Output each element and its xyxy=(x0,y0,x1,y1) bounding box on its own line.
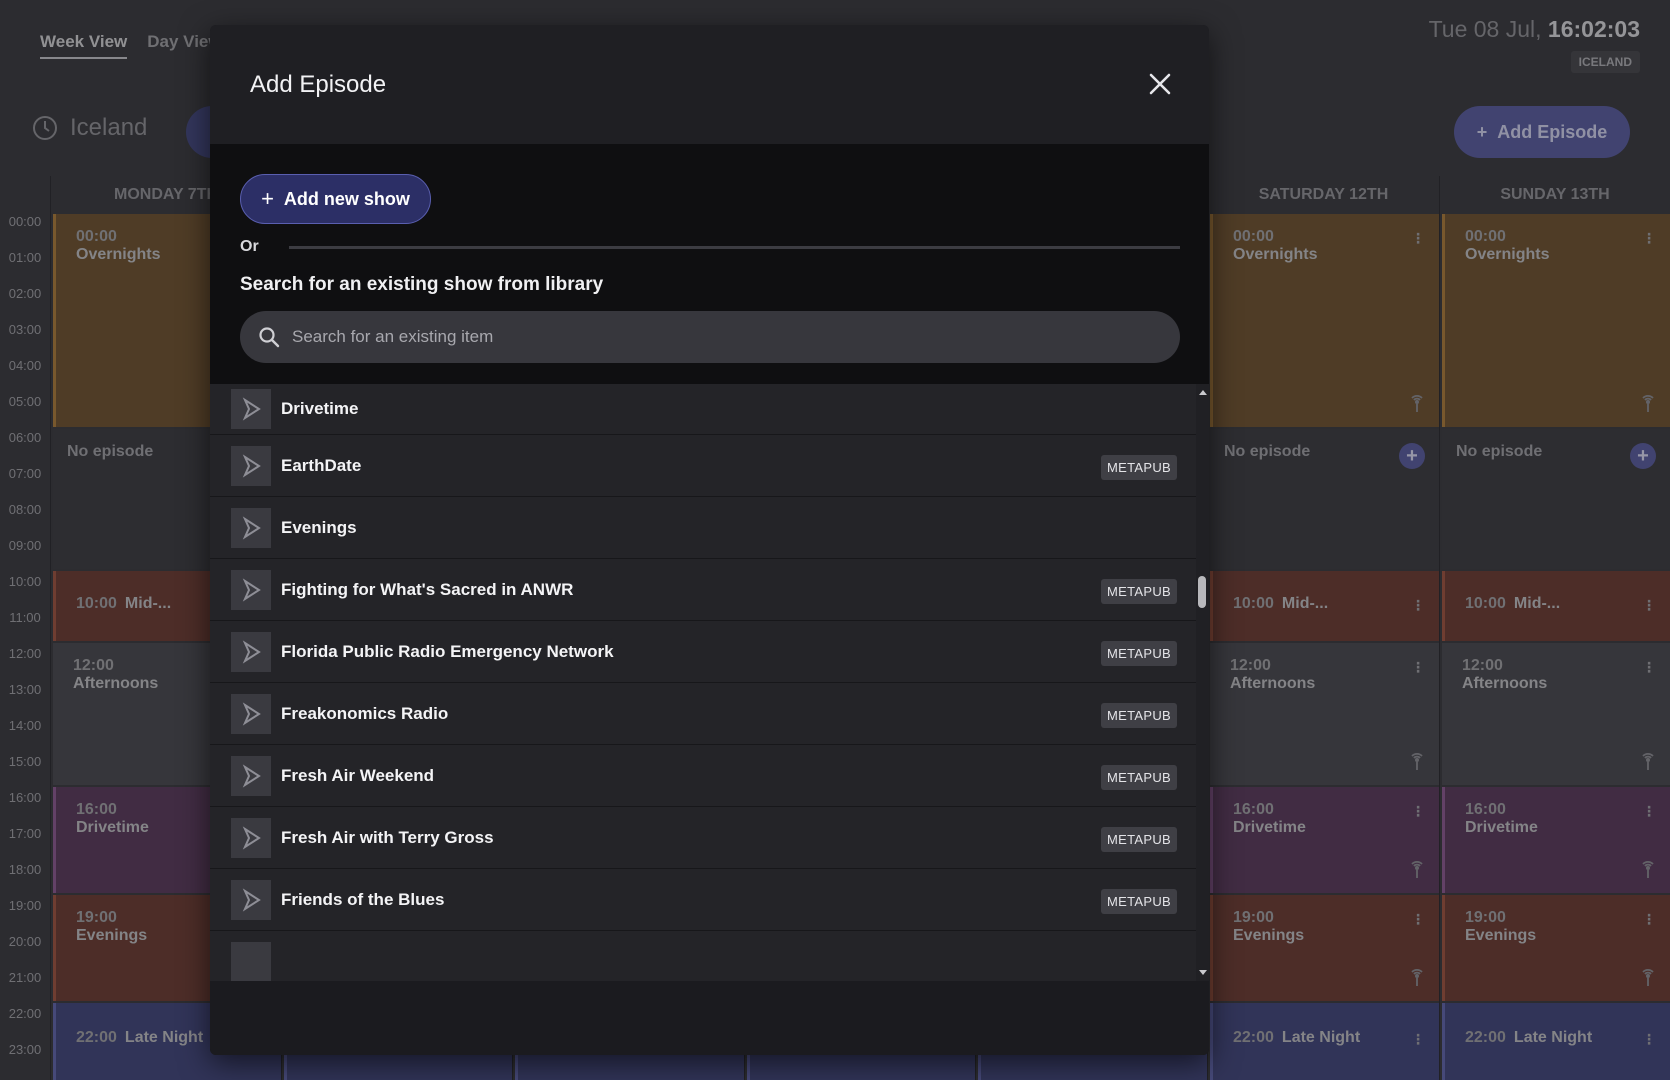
show-thumbnail xyxy=(231,817,271,858)
show-thumbnail xyxy=(231,569,271,610)
plus-icon: + xyxy=(261,186,274,211)
or-divider: Or xyxy=(240,238,1180,256)
library-search xyxy=(240,311,1180,363)
play-icon xyxy=(242,639,261,664)
add-new-show-button[interactable]: + Add new show xyxy=(240,174,431,224)
play-icon xyxy=(242,763,261,788)
source-badge: METAPUB xyxy=(1101,579,1177,604)
close-icon[interactable] xyxy=(1147,71,1173,97)
show-title: Fighting for What's Sacred in ANWR xyxy=(281,579,574,599)
show-thumbnail xyxy=(231,693,271,734)
search-icon xyxy=(259,327,280,348)
list-item-partial[interactable] xyxy=(210,931,1196,981)
show-title: Friends of the Blues xyxy=(281,889,445,909)
list-item[interactable]: Fighting for What's Sacred in ANWR METAP… xyxy=(210,559,1196,621)
add-new-show-label: Add new show xyxy=(283,188,410,209)
show-thumbnail xyxy=(231,879,271,920)
show-title: Florida Public Radio Emergency Network xyxy=(281,641,614,661)
show-title: Evenings xyxy=(281,517,357,537)
list-item[interactable]: Florida Public Radio Emergency Network M… xyxy=(210,621,1196,683)
source-badge: METAPUB xyxy=(1101,889,1177,914)
or-label: Or xyxy=(240,238,259,255)
dialog-footer xyxy=(210,981,1209,1055)
play-icon xyxy=(242,825,261,850)
show-library-list: Drivetime EarthDate METAPUB Evenings Fig… xyxy=(210,384,1196,981)
source-badge: METAPUB xyxy=(1101,765,1177,790)
show-thumbnail xyxy=(231,445,271,486)
play-icon xyxy=(242,701,261,726)
scroll-down-icon[interactable] xyxy=(1199,970,1207,975)
show-thumbnail xyxy=(231,631,271,672)
add-episode-dialog: Add Episode + Add new show Or Search for… xyxy=(210,25,1209,1055)
list-item[interactable]: Friends of the Blues METAPUB xyxy=(210,869,1196,931)
library-heading: Search for an existing show from library xyxy=(240,274,604,295)
show-title: EarthDate xyxy=(281,455,362,475)
show-thumbnail xyxy=(231,755,271,796)
list-item[interactable]: Fresh Air with Terry Gross METAPUB xyxy=(210,807,1196,869)
scrollbar-thumb[interactable] xyxy=(1198,576,1206,608)
dialog-title: Add Episode xyxy=(250,71,387,98)
source-badge: METAPUB xyxy=(1101,827,1177,852)
show-thumbnail xyxy=(231,507,271,548)
source-badge: METAPUB xyxy=(1101,455,1177,480)
show-title: Freakonomics Radio xyxy=(281,703,449,723)
show-title: Drivetime xyxy=(281,399,359,418)
play-icon xyxy=(242,515,261,540)
list-scrollbar[interactable] xyxy=(1196,384,1209,981)
show-thumbnail xyxy=(231,941,271,981)
show-title: Fresh Air with Terry Gross xyxy=(281,827,494,847)
list-item[interactable]: Evenings xyxy=(210,497,1196,559)
list-item[interactable]: Fresh Air Weekend METAPUB xyxy=(210,745,1196,807)
dialog-header: Add Episode xyxy=(210,25,1209,144)
list-item[interactable]: Freakonomics Radio METAPUB xyxy=(210,683,1196,745)
play-icon xyxy=(242,397,261,421)
list-item[interactable]: Drivetime xyxy=(210,384,1196,435)
source-badge: METAPUB xyxy=(1101,641,1177,666)
dialog-body: + Add new show Or Search for an existing… xyxy=(210,144,1209,384)
show-title: Fresh Air Weekend xyxy=(281,765,435,785)
play-icon xyxy=(242,577,261,602)
scroll-up-icon[interactable] xyxy=(1199,390,1207,395)
list-item[interactable]: EarthDate METAPUB xyxy=(210,435,1196,497)
divider-line xyxy=(288,245,1180,249)
search-input[interactable] xyxy=(292,327,1180,347)
play-icon xyxy=(242,887,261,912)
play-icon xyxy=(242,453,261,478)
source-badge: METAPUB xyxy=(1101,703,1177,728)
show-thumbnail xyxy=(231,389,271,429)
